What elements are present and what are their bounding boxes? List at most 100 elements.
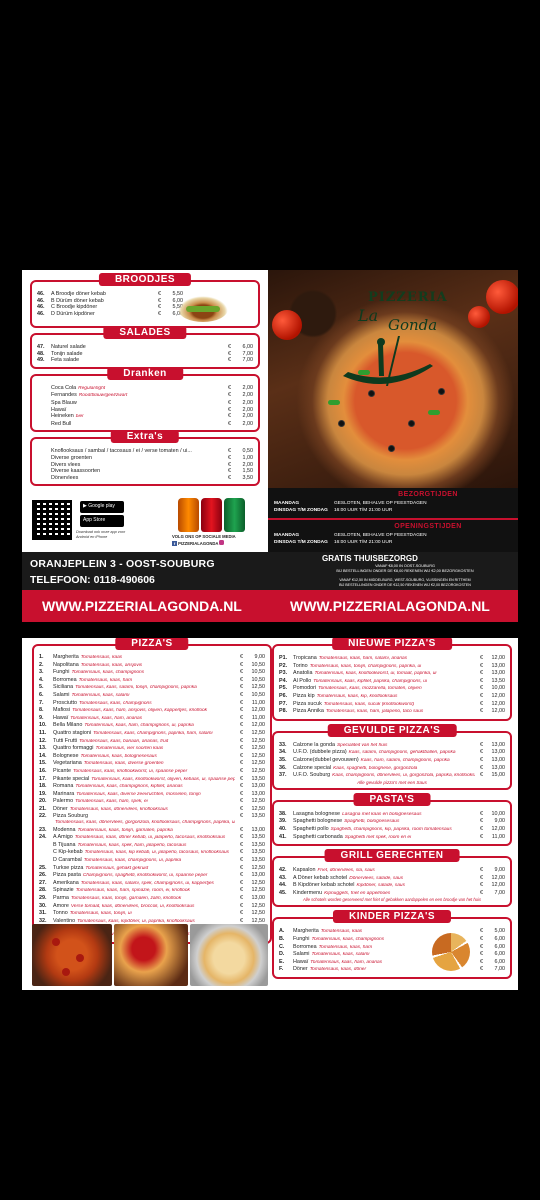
item-description: Tomatensaus, kaas, kip kebab, ui, jalape…	[84, 850, 230, 856]
menu-item-row: 6. Salami Tomatensaus, kaas, salami €10,50	[39, 692, 265, 700]
item-name: Tonno	[53, 910, 68, 917]
item-price: 13,50	[251, 834, 266, 841]
item-number: 47.	[37, 344, 45, 350]
item-description: Tomatensaus, kaas, kip, knoflooksaus	[316, 693, 398, 699]
gevulde-note: Alle gevulde pizza's met een Saus	[357, 779, 427, 785]
dranken-list: Coca Cola Regular/light €2,00 Fernandes Rood…	[37, 385, 253, 428]
item-number: 38.	[279, 810, 287, 817]
item-name: D Dürüm kipdöner	[51, 310, 95, 317]
currency-symbol: €	[240, 654, 243, 660]
website-link[interactable]: WWW.PIZZERIALAGONDA.NL	[42, 598, 242, 614]
menu-item-row: Tomatensaus, kaas, dönervlees, gorgonzol…	[39, 820, 265, 827]
menu-item-row: 41. Spaghetti carbonada Spaghetti met spek…	[279, 834, 505, 842]
pizza-slice-photo	[114, 924, 188, 986]
qr-code[interactable]	[32, 500, 72, 540]
item-name: Salami	[293, 951, 310, 958]
menu-item-row: C. Borromea Tomatensaus, kaas, ham €6,00	[279, 944, 505, 952]
item-name: Napolitana	[53, 661, 79, 668]
item-description: Tomatensaus, kaas, tonijn, garnalen, pap…	[77, 827, 173, 833]
item-number: 34.	[279, 749, 287, 756]
item-number: 25.	[39, 864, 47, 871]
menu-item-row: Diverse groenten €1,00	[37, 455, 253, 462]
menu-item-row: 8. Mafiosi Tomatensaus, kaas, ham, ansjovi…	[39, 707, 265, 715]
item-price: 11,00	[251, 714, 265, 721]
social-handle-row[interactable]: f PIZZERIALAGONDA	[172, 539, 236, 547]
website-link[interactable]: WWW.PIZZERIALAGONDA.NL	[290, 598, 490, 614]
item-price: 12,00	[491, 692, 506, 699]
tomato-decoration	[468, 306, 490, 328]
olive-topping	[338, 420, 345, 427]
currency-symbol: €	[480, 741, 483, 748]
menu-item-row: P3. Anatolia Tomatensaus, kaas, knoflookwo…	[279, 670, 505, 678]
menu-item-row: 35. Calzone(dubbel gevouwen) Kaas, ham, sa…	[279, 757, 505, 765]
item-price: 13,50	[251, 775, 266, 782]
menu-item-row: P5. Pomodori Tomatensaus, kaas, mozzarella…	[279, 685, 505, 693]
menu-item-row: 13. Quattro formaggi Tomatensaus, vier soo…	[39, 745, 265, 753]
menu-item-row: 16. Picante Tomatensaus, kaas, knoflookwor…	[39, 768, 265, 776]
menu-item-row: 19. Marinara Tomatensaus, kaas, diverse ze…	[39, 791, 265, 799]
google-play-badge[interactable]: ▶ Google play	[80, 501, 124, 513]
currency-symbol: €	[228, 474, 231, 481]
currency-symbol: €	[480, 951, 483, 958]
pepperoni-topping	[76, 954, 84, 962]
phone-number[interactable]: TELEFOON: 0118-490606	[30, 574, 155, 586]
menu-item-row: Red Bull €2,00	[37, 421, 253, 428]
pizzas-title: PIZZA'S	[115, 638, 189, 650]
item-number: 41.	[279, 833, 287, 840]
item-price: 12,00	[251, 707, 266, 714]
item-name: Anatolia	[293, 670, 313, 677]
item-description: Kipdöner, salade, saus	[356, 883, 405, 889]
item-price: 12,50	[251, 684, 266, 691]
back-right-column: NIEUWE PIZZA'S P1. Tropicana Tomatensaus, …	[272, 638, 512, 989]
currency-symbol: €	[240, 737, 243, 744]
item-name: Borromea	[293, 943, 317, 950]
item-price: 10,50	[251, 691, 266, 698]
currency-symbol: €	[240, 902, 243, 909]
currency-symbol: €	[240, 752, 243, 759]
pizzas-list: 1. Margherita Tomatensaus, kaas €9,00 2. Napo…	[39, 654, 265, 939]
item-name: Pizza Souburg	[53, 813, 89, 820]
google-play-label: Google play	[88, 503, 115, 509]
item-name: Siciliana	[53, 684, 74, 691]
app-store-badge[interactable]: App Store	[80, 515, 124, 527]
item-name: Parma	[53, 895, 69, 901]
item-name: Bella Milano	[53, 722, 83, 729]
day-label: MAANDAG	[274, 533, 300, 538]
item-price: 6,00	[494, 958, 506, 965]
item-description: Kaas, ham, salami, champignons, paprika	[360, 757, 450, 763]
menu-item-row: F. Döner Tomatensaus, kaas, döner €7,00	[279, 966, 505, 974]
item-name: Kindermenu	[293, 889, 323, 896]
free-delivery-line: BIJ BESTELLINGEN ONDER DE €8,00 REKENEN …	[336, 569, 474, 573]
menu-item-row: 18. Romana Tomatensaus, kaas, champignons,…	[39, 783, 265, 791]
item-description: Rood/blauw/geel/zwart	[78, 393, 128, 399]
item-number: 36.	[279, 764, 287, 771]
item-name: U.F.O. Souburg	[293, 772, 331, 779]
menu-item-row: D Carambal Tomatensaus, kaas, champignons…	[39, 857, 265, 865]
item-number: 35.	[279, 756, 287, 763]
item-price: 6,00	[494, 951, 506, 958]
item-name: Pizza sucuk	[293, 700, 322, 707]
item-name: B Dürüm döner kebab	[51, 297, 104, 304]
item-name: Diverse groenten	[51, 454, 93, 461]
menu-item-row: Coca Cola Regular/light €2,00	[37, 385, 253, 393]
currency-symbol: €	[240, 745, 243, 752]
item-description: Tomatensaus, kaas, ham, salami, ananas	[318, 656, 408, 661]
item-number: 24.	[39, 834, 47, 841]
menu-item-row: 24. A Amigo Tomatensaus, kaas, döner kebab…	[39, 834, 265, 842]
item-description: Lasagna met kaas en bolognesesaus	[342, 811, 422, 817]
item-price: 7,00	[494, 966, 506, 973]
item-description: Spaghetti met spek, room en ei	[344, 834, 412, 840]
item-price: 10,50	[251, 661, 266, 668]
currency-symbol: €	[480, 882, 483, 889]
item-name: Döner	[53, 805, 68, 812]
hours-panel: BEZORGTIJDEN MAANDAG GESLOTEN, BEHALVE OP…	[268, 488, 518, 552]
item-number: P7.	[279, 700, 288, 707]
item-name: Kapsalon	[293, 867, 316, 874]
item-number: 31.	[39, 910, 47, 917]
salades-section: SALADES 47. Naturel salade €6,00 48. Tonijn …	[30, 326, 260, 369]
item-name: Modenna	[53, 826, 76, 833]
menu-item-row: Heineken bier €2,00	[37, 413, 253, 421]
kinder-pizzas-list: A. Margherita Tomatensaus, kaas €5,00 B. Fung…	[279, 928, 505, 974]
item-price: 13,00	[491, 741, 506, 748]
item-price: 3,50	[242, 474, 254, 481]
